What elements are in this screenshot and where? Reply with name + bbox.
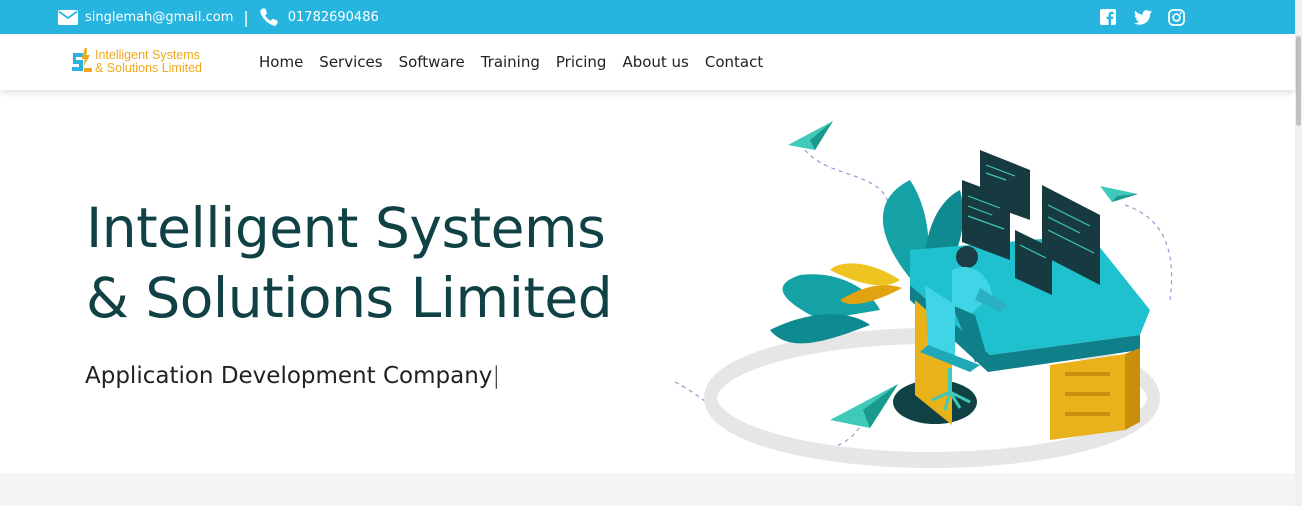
- nav-home[interactable]: Home: [259, 53, 303, 71]
- logo-text: Intelligent Systems & Solutions Limited: [95, 49, 202, 75]
- phone-icon: [259, 7, 279, 27]
- typing-cursor: |: [492, 363, 501, 389]
- primary-nav: Home Services Software Training Pricing …: [259, 34, 779, 90]
- scrollbar-thumb[interactable]: [1296, 36, 1301, 126]
- top-bar: singlemah@gmail.com | 01782690486: [0, 0, 1295, 34]
- hero-title: Intelligent Systems & Solutions Limited: [86, 193, 686, 333]
- hero-title-line-1: Intelligent Systems: [86, 196, 606, 260]
- contact-info: singlemah@gmail.com | 01782690486: [58, 0, 379, 34]
- nav-contact[interactable]: Contact: [705, 53, 763, 71]
- page-scrollbar[interactable]: [1295, 0, 1302, 506]
- paper-plane-icon: [830, 384, 898, 428]
- hero-subtitle-text: Application Development Company: [85, 363, 493, 389]
- logo-mark-icon: [72, 48, 92, 72]
- nav-software[interactable]: Software: [399, 53, 465, 71]
- mail-icon: [58, 9, 78, 25]
- hero-section: Intelligent Systems & Solutions Limited …: [0, 90, 1295, 473]
- nav-about-us[interactable]: About us: [622, 53, 688, 71]
- nav-services[interactable]: Services: [319, 53, 382, 71]
- logo-line-2: & Solutions Limited: [95, 61, 203, 75]
- site-logo[interactable]: Intelligent Systems & Solutions Limited: [70, 46, 202, 78]
- hero-subtitle: Application Development Company|: [85, 363, 500, 389]
- facebook-icon[interactable]: [1100, 7, 1134, 27]
- hero-title-line-2: & Solutions Limited: [86, 266, 613, 330]
- paper-plane-icon: [788, 121, 833, 150]
- social-links: [1100, 7, 1202, 27]
- phone-link[interactable]: 01782690486: [288, 10, 379, 25]
- contact-separator: |: [243, 7, 249, 27]
- next-section-band: [0, 473, 1295, 506]
- nav-training[interactable]: Training: [481, 53, 540, 71]
- instagram-icon[interactable]: [1168, 7, 1202, 27]
- developer-illustration: [674, 121, 1173, 468]
- nav-pricing[interactable]: Pricing: [556, 53, 607, 71]
- paper-plane-icon: [1100, 186, 1138, 202]
- main-navbar: Intelligent Systems & Solutions Limited …: [0, 34, 1295, 90]
- email-link[interactable]: singlemah@gmail.com: [85, 10, 233, 25]
- twitter-icon[interactable]: [1134, 7, 1168, 27]
